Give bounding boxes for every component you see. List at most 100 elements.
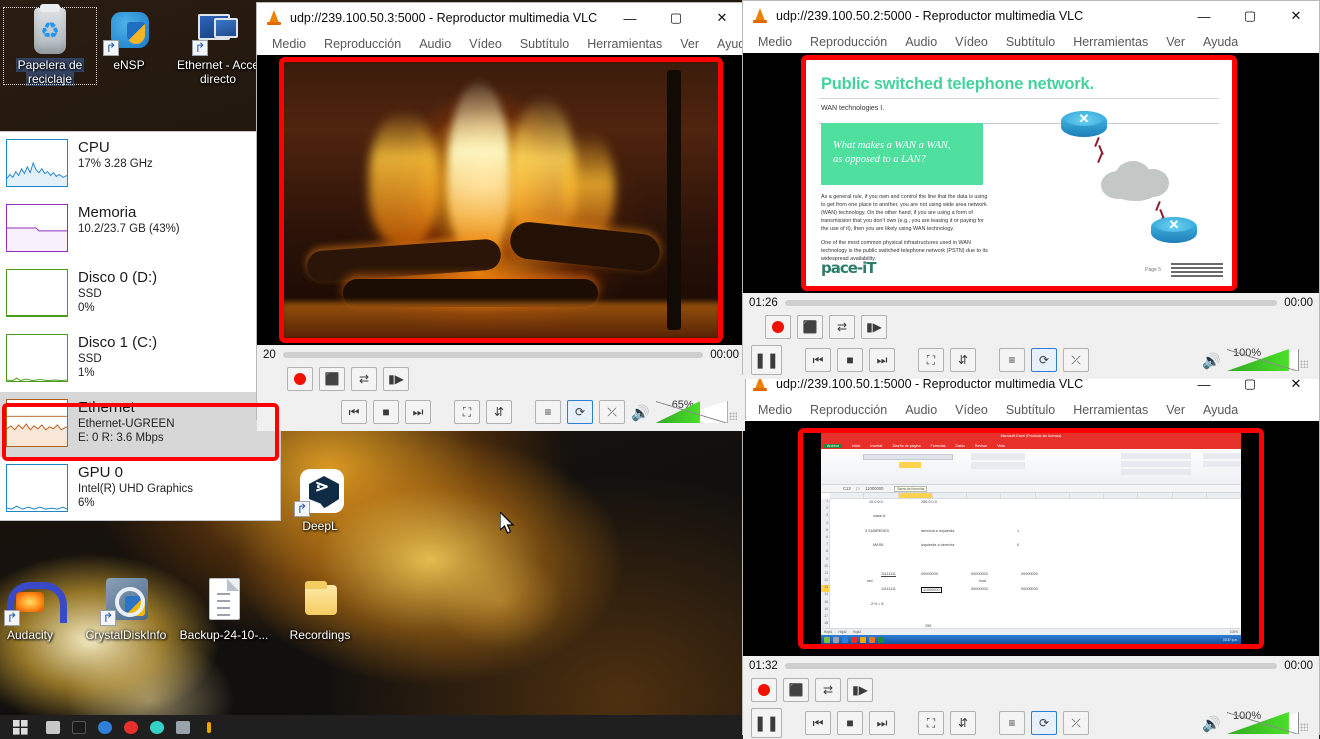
task-manager-summary-panel[interactable]: CPU 17% 3.28 GHz Memoria 10.2/23.7 GB (4… bbox=[0, 131, 281, 521]
playlist-button[interactable]: ≡ bbox=[999, 348, 1025, 372]
vlc-window-fire[interactable]: udp://239.100.50.3:5000 - Reproductor mu… bbox=[256, 2, 746, 420]
col-I[interactable] bbox=[1104, 493, 1138, 498]
cell-C7[interactable]: izquierda a derecha bbox=[921, 543, 954, 547]
speaker-icon[interactable]: 🔊 bbox=[1202, 717, 1221, 734]
record-button[interactable] bbox=[751, 678, 777, 702]
volume-slider[interactable]: 65% bbox=[656, 401, 728, 423]
playlist-button[interactable]: ≡ bbox=[535, 400, 561, 424]
playback-buttons-row[interactable]: ❚❚ ⏮ ■ ⏭ ⛶ ⇵ ≡ ⟳ ⤫ 🔊 65% bbox=[265, 397, 737, 427]
volume-control[interactable]: 🔊 100% bbox=[1202, 712, 1311, 734]
menu-bar[interactable]: Medio Reproducción Audio Vídeo Subtítulo… bbox=[743, 31, 1319, 53]
stop-button[interactable]: ■ bbox=[837, 711, 863, 735]
window-buttons[interactable]: — ▢ ✕ bbox=[1181, 1, 1319, 31]
cell-F7[interactable]: 0 bbox=[1017, 543, 1019, 547]
close-button[interactable]: ✕ bbox=[699, 3, 745, 33]
excel-tab-revisar[interactable]: Revisar bbox=[975, 444, 987, 448]
task-manager-row-disco-1[interactable]: Disco 1 (C:) SSD 1% bbox=[0, 327, 280, 392]
cell-E13[interactable]: 00000000 bbox=[1021, 587, 1038, 591]
col-A[interactable] bbox=[830, 493, 864, 498]
menu-medio[interactable]: Medio bbox=[749, 35, 801, 49]
desktop-icon-deepl[interactable]: ⋗ DeepL bbox=[272, 467, 368, 533]
desktop-icon-crystaldiskinfo[interactable]: CrystalDiskInfo bbox=[78, 576, 174, 642]
volume-slider[interactable]: 100% bbox=[1227, 712, 1299, 734]
advanced-buttons-row[interactable]: ⬛ ⇄ ▮▶ bbox=[265, 367, 737, 391]
excel-sheet-2[interactable]: Hoja2 bbox=[838, 630, 846, 634]
excel-sheet-3[interactable]: Hoja3 bbox=[853, 630, 861, 634]
button-rows[interactable]: ⬛ ⇄ ▮▶ ❚❚ ⏮ ■ ⏭ ⛶ ⇵ ≡ ⟳ ⤫ bbox=[257, 363, 745, 431]
vlc-controls-fire[interactable]: 20 00:00 ⬛ ⇄ ▮▶ ❚❚ ⏮ ■ ⏭ ⛶ bbox=[257, 345, 745, 431]
excel-rows[interactable]: 1234 5678 9101112 131415 16171819 202122… bbox=[821, 499, 1241, 628]
next-button[interactable]: ⏭ bbox=[869, 348, 895, 372]
random-button[interactable]: ⤫ bbox=[599, 400, 625, 424]
menu-reproduccion[interactable]: Reproducción bbox=[801, 35, 896, 49]
menu-audio[interactable]: Audio bbox=[896, 403, 946, 417]
extended-settings-button[interactable]: ⇵ bbox=[950, 348, 976, 372]
vlc-taskbar-icon[interactable] bbox=[118, 715, 144, 739]
cell-B5[interactable]: 3 SUBREDES bbox=[865, 529, 889, 533]
cell-B3[interactable]: clase A bbox=[873, 514, 885, 518]
excel-ribbon[interactable] bbox=[821, 449, 1241, 485]
close-button[interactable]: ✕ bbox=[1273, 1, 1319, 31]
menu-subtitulo[interactable]: Subtítulo bbox=[997, 403, 1064, 417]
notes-taskbar-icon[interactable] bbox=[170, 715, 196, 739]
advanced-buttons-row[interactable]: ⬛ ⇄ ▮▶ bbox=[751, 678, 1311, 702]
cell-C1[interactable]: 255.0.0.0 bbox=[921, 500, 937, 504]
previous-button[interactable]: ⏮ bbox=[341, 400, 367, 424]
seek-slider[interactable] bbox=[785, 663, 1277, 669]
loop-button[interactable]: ⟳ bbox=[1031, 711, 1057, 735]
title-bar[interactable]: udp://239.100.50.3:5000 - Reproductor mu… bbox=[257, 3, 745, 33]
random-button[interactable]: ⤫ bbox=[1063, 711, 1089, 735]
col-G[interactable] bbox=[1036, 493, 1070, 498]
next-button[interactable]: ⏭ bbox=[869, 711, 895, 735]
col-E[interactable] bbox=[967, 493, 1001, 498]
app-taskbar-icon[interactable] bbox=[144, 715, 170, 739]
col-L[interactable] bbox=[1207, 493, 1241, 498]
next-button[interactable]: ⏭ bbox=[405, 400, 431, 424]
cell-B1[interactable]: 10.0.0.0 bbox=[869, 500, 883, 504]
excel-tab-diseno[interactable]: Diseño de página bbox=[893, 444, 921, 448]
excel-formula-bar[interactable]: C13 ƒx 11000000 Barra de fórmulas bbox=[821, 485, 1241, 493]
col-H[interactable] bbox=[1070, 493, 1104, 498]
button-rows[interactable]: ⬛ ⇄ ▮▶ ❚❚ ⏮ ■ ⏭ ⛶ ⇵ ≡ ⟳ ⤫ bbox=[743, 311, 1319, 379]
start-button[interactable] bbox=[0, 715, 40, 739]
menu-audio[interactable]: Audio bbox=[896, 35, 946, 49]
cell-B12[interactable]: red bbox=[867, 579, 873, 583]
cell-C13[interactable]: 11000000 bbox=[921, 587, 942, 593]
excel-ribbon-tabs[interactable]: Archivo Inicio Insertar Diseño de página… bbox=[821, 442, 1241, 449]
menu-ver[interactable]: Ver bbox=[671, 37, 708, 51]
menu-video[interactable]: Vídeo bbox=[946, 403, 997, 417]
col-F[interactable] bbox=[1001, 493, 1035, 498]
task-manager-row-disco-0[interactable]: Disco 0 (D:) SSD 0% bbox=[0, 262, 280, 327]
advanced-buttons-row[interactable]: ⬛ ⇄ ▮▶ bbox=[751, 315, 1311, 339]
loop-button[interactable]: ⟳ bbox=[567, 400, 593, 424]
stop-button[interactable]: ■ bbox=[837, 348, 863, 372]
menu-subtitulo[interactable]: Subtítulo bbox=[997, 35, 1064, 49]
menu-ver[interactable]: Ver bbox=[1157, 403, 1194, 417]
excel-row-headers[interactable]: 1234 5678 9101112 131415 16171819 202122… bbox=[821, 499, 830, 628]
fullscreen-button[interactable]: ⛶ bbox=[454, 400, 480, 424]
playlist-button[interactable]: ≡ bbox=[999, 711, 1025, 735]
volume-slider[interactable]: 100% bbox=[1227, 349, 1299, 371]
random-button[interactable]: ⤫ bbox=[1063, 348, 1089, 372]
cell-D12[interactable]: host bbox=[979, 579, 986, 583]
file-explorer-icon[interactable] bbox=[66, 715, 92, 739]
video-surface-fire[interactable] bbox=[257, 55, 745, 345]
excel-tab-insertar[interactable]: Insertar bbox=[870, 444, 882, 448]
desktop-icon-backup-doc[interactable]: Backup-24-10-... bbox=[176, 576, 272, 642]
menu-video[interactable]: Vídeo bbox=[460, 37, 511, 51]
seek-slider[interactable] bbox=[283, 352, 703, 358]
video-surface-excel[interactable]: Microsoft Excel (Producto sin licencia) … bbox=[743, 421, 1319, 656]
menu-ver[interactable]: Ver bbox=[1157, 35, 1194, 49]
excel-grid[interactable]: 1234 5678 9101112 131415 16171819 202122… bbox=[821, 493, 1241, 628]
menu-medio[interactable]: Medio bbox=[263, 37, 315, 51]
loop-button[interactable]: ⟳ bbox=[1031, 348, 1057, 372]
button-rows[interactable]: ⬛ ⇄ ▮▶ ❚❚ ⏮ ■ ⏭ ⛶ ⇵ ≡ ⟳ ⤫ bbox=[743, 674, 1319, 739]
col-J[interactable] bbox=[1138, 493, 1172, 498]
speaker-icon[interactable]: 🔊 bbox=[631, 406, 650, 423]
excel-formula-value[interactable]: 11000000 bbox=[865, 486, 883, 491]
cell-B13[interactable]: 11111111 bbox=[881, 587, 896, 591]
snapshot-button[interactable]: ⬛ bbox=[797, 315, 823, 339]
cell-C5[interactable]: derecha a izquierda bbox=[921, 529, 954, 533]
desktop-icon-recordings-folder[interactable]: Recordings bbox=[272, 576, 368, 642]
task-manager-row-gpu-0[interactable]: GPU 0 Intel(R) UHD Graphics 6% bbox=[0, 457, 280, 521]
